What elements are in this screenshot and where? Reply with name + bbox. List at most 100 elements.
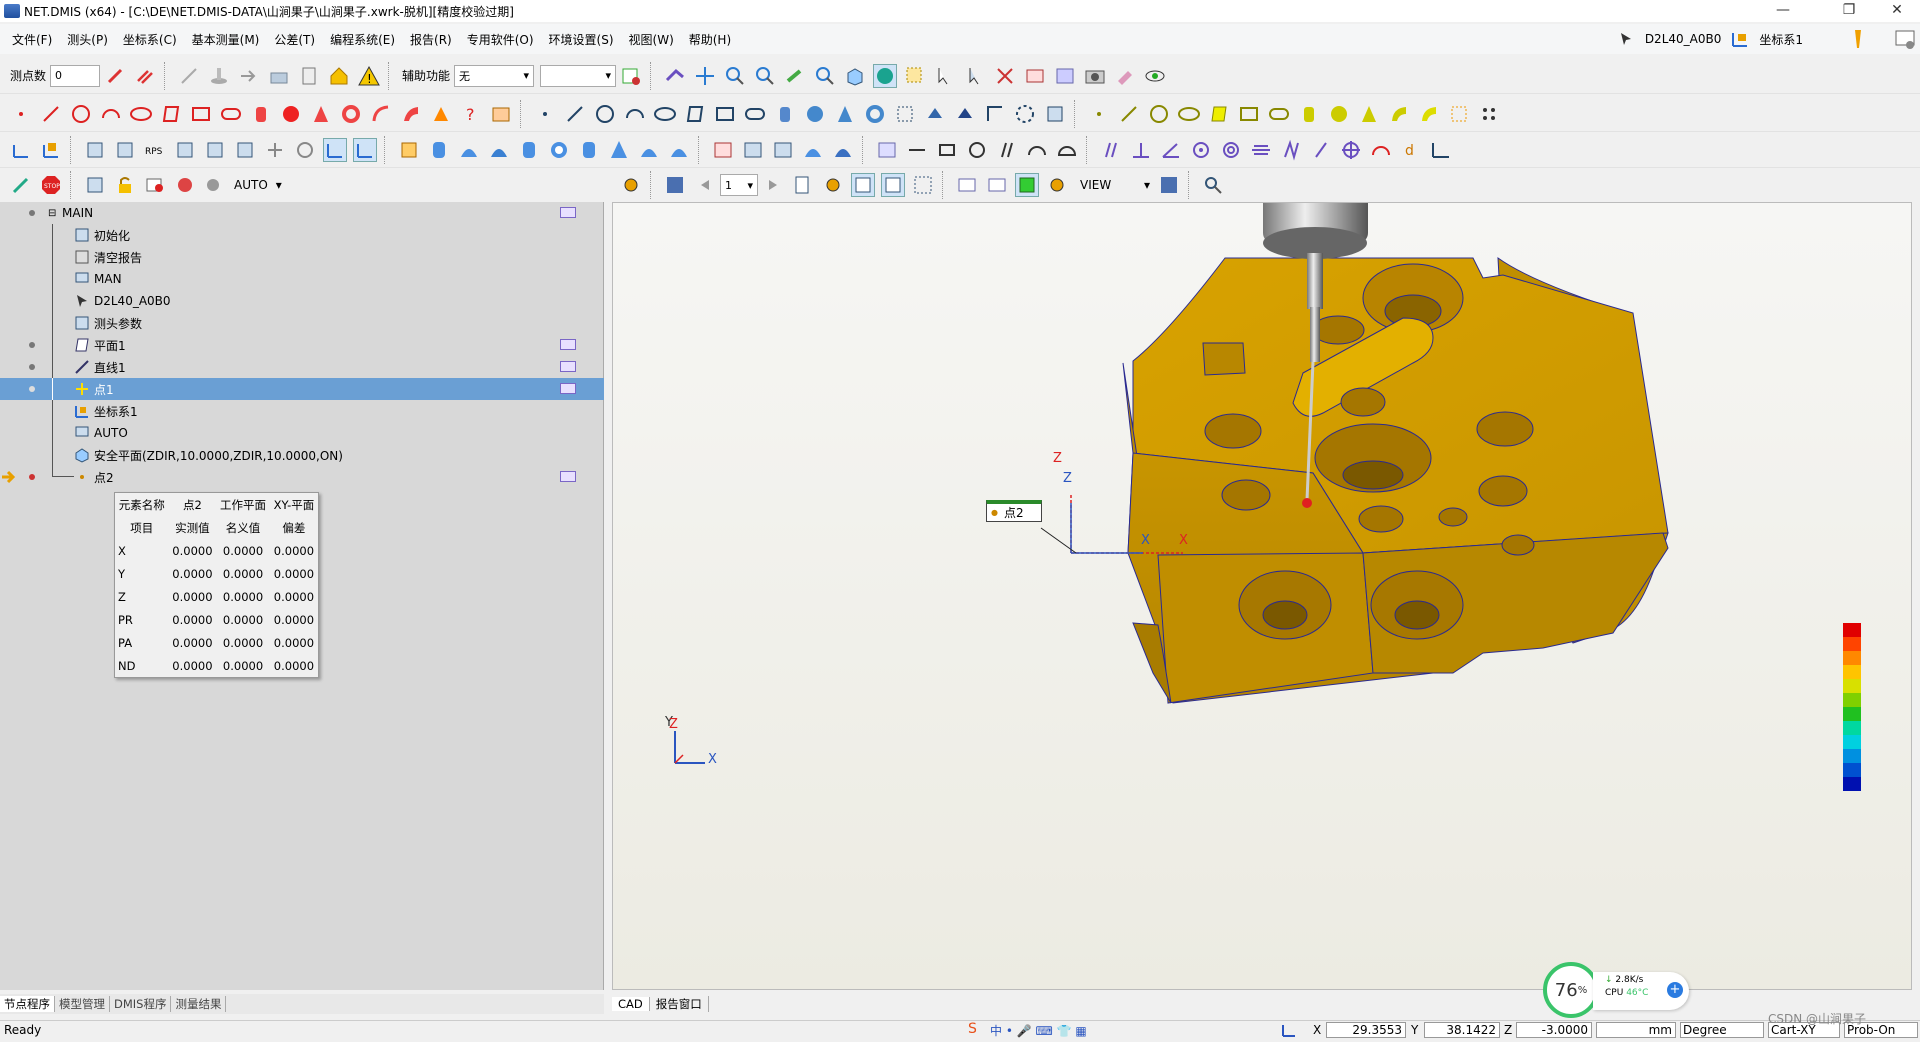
- cad-viewport[interactable]: Z Z X X Y Z X ● 点2: [612, 202, 1912, 990]
- tol-distance-icon[interactable]: [905, 138, 929, 162]
- save-view-icon[interactable]: [663, 173, 687, 197]
- menu-coordinate[interactable]: 坐标系(C): [123, 31, 177, 48]
- next-icon[interactable]: [761, 173, 785, 197]
- settings-icon[interactable]: [821, 173, 845, 197]
- aux-select[interactable]: 无 ▾: [454, 64, 535, 87]
- construct-edge-icon[interactable]: [983, 102, 1007, 126]
- construct-cylinder-icon[interactable]: [773, 102, 797, 126]
- curve-feature-icon[interactable]: [369, 102, 393, 126]
- select-icon[interactable]: [963, 64, 987, 88]
- tol-profile-icon[interactable]: [487, 138, 511, 162]
- preview-icon[interactable]: [1201, 173, 1225, 197]
- menu-measure[interactable]: 基本测量(M): [192, 31, 260, 48]
- tol-angularity-icon[interactable]: [1159, 138, 1183, 162]
- prev-icon[interactable]: [693, 173, 717, 197]
- dmis-edit-icon[interactable]: [985, 173, 1009, 197]
- menu-report[interactable]: 报告(R): [410, 31, 452, 48]
- scan-circle-icon[interactable]: [801, 138, 825, 162]
- gear-icon[interactable]: [619, 173, 643, 197]
- best-fit-icon[interactable]: [173, 138, 197, 162]
- pointer-icon[interactable]: [933, 64, 957, 88]
- circle-feature-icon[interactable]: [69, 102, 93, 126]
- tol-diameter-icon[interactable]: [965, 138, 989, 162]
- menu-settings[interactable]: 环境设置(S): [549, 31, 614, 48]
- report-icon[interactable]: [619, 64, 643, 88]
- tree-item-point1[interactable]: 点1: [0, 378, 604, 400]
- view-table-icon[interactable]: [881, 173, 905, 197]
- tree-item-clearance-plane[interactable]: 安全平面(ZDIR,10.0000,ZDIR,10.0000,ON): [0, 444, 604, 466]
- restore-button[interactable]: ❐: [1826, 0, 1872, 22]
- construct-line-icon[interactable]: [563, 102, 587, 126]
- construct-rect-icon[interactable]: [713, 102, 737, 126]
- datum-icon[interactable]: [263, 138, 287, 162]
- workplane-icon[interactable]: [353, 137, 377, 162]
- tree-item-coord1[interactable]: 坐标系1: [0, 400, 604, 422]
- visibility-icon[interactable]: [1143, 64, 1167, 88]
- tol-d-icon[interactable]: d: [1399, 138, 1423, 162]
- nominal-curve-icon[interactable]: [1387, 102, 1411, 126]
- construct-bbox-icon[interactable]: [893, 102, 917, 126]
- tol-flatness-icon[interactable]: [457, 138, 481, 162]
- tol-position-icon[interactable]: [397, 138, 421, 162]
- tree-item-main[interactable]: ⊟ MAIN: [0, 202, 604, 224]
- ellipse-feature-icon[interactable]: [129, 102, 153, 126]
- cone-feature-icon[interactable]: [309, 102, 333, 126]
- nominal-circle-icon[interactable]: [1147, 102, 1171, 126]
- menu-help[interactable]: 帮助(H): [689, 31, 731, 48]
- arc-feature-icon[interactable]: [99, 102, 123, 126]
- construct-slot-icon[interactable]: [743, 102, 767, 126]
- tol-report-icon[interactable]: [875, 138, 899, 162]
- ime-icon[interactable]: S: [968, 1021, 977, 1037]
- edit-program-icon[interactable]: [9, 173, 33, 197]
- zoom-fit-icon[interactable]: [753, 64, 777, 88]
- tol-runout2-icon[interactable]: [1309, 138, 1333, 162]
- scan-grid-icon[interactable]: [771, 138, 795, 162]
- tree-item-line1[interactable]: 直线1: [0, 356, 604, 378]
- nominal-sphere-icon[interactable]: [1327, 102, 1351, 126]
- paint-icon[interactable]: [1113, 64, 1137, 88]
- goto-icon[interactable]: [237, 64, 261, 88]
- menu-programming[interactable]: 编程系统(E): [330, 31, 395, 48]
- path-feature-icon[interactable]: [489, 102, 513, 126]
- scan-icon[interactable]: [663, 64, 687, 88]
- sphere-feature-icon[interactable]: [279, 102, 303, 126]
- construct-cone-icon[interactable]: [833, 102, 857, 126]
- view-dropdown[interactable]: ▾: [1144, 178, 1150, 192]
- recall-coord-icon[interactable]: [233, 138, 257, 162]
- points-count-input[interactable]: 0: [50, 64, 101, 87]
- warning-icon[interactable]: !: [357, 64, 381, 88]
- close-button[interactable]: ✕: [1874, 0, 1920, 22]
- tab-node-program[interactable]: 节点程序: [0, 996, 55, 1012]
- tol-runout-icon[interactable]: [517, 138, 541, 162]
- probe-icon[interactable]: [1614, 27, 1638, 51]
- tree-item-man[interactable]: MAN: [0, 268, 604, 290]
- slot-feature-icon[interactable]: [219, 102, 243, 126]
- home-icon[interactable]: [327, 64, 351, 88]
- step-icon[interactable]: [203, 173, 227, 197]
- tol-cylinder-icon[interactable]: [427, 138, 451, 162]
- tol-total-runout-icon[interactable]: [1279, 138, 1303, 162]
- tree-item-auto[interactable]: AUTO: [0, 422, 604, 444]
- minimize-button[interactable]: —: [1760, 0, 1806, 22]
- ime-tray-icons[interactable]: 中 • 🎤 ⌨ 👕 ▦: [990, 1022, 1087, 1039]
- coord-system-icon[interactable]: [1728, 27, 1752, 51]
- move-all-icon[interactable]: [693, 64, 717, 88]
- tree-item-point2[interactable]: 点2: [0, 466, 604, 488]
- iterate-icon[interactable]: [293, 138, 317, 162]
- construct-ellipse-icon[interactable]: [653, 102, 677, 126]
- construct-surface-icon[interactable]: [953, 102, 977, 126]
- edit-node-icon[interactable]: [560, 471, 576, 482]
- tol-symmetry-icon[interactable]: [1249, 138, 1273, 162]
- nominal-plane-icon[interactable]: [1207, 102, 1231, 126]
- tol-circular-runout-icon[interactable]: [1189, 138, 1213, 162]
- tab-cad[interactable]: CAD: [612, 997, 650, 1011]
- run-mode-dropdown[interactable]: ▾: [276, 178, 282, 192]
- layer-icon[interactable]: [1053, 64, 1077, 88]
- program-list-icon[interactable]: [83, 173, 107, 197]
- view-list-icon[interactable]: [851, 173, 875, 197]
- surface-feature-icon[interactable]: [399, 102, 423, 126]
- nominal-ellipse-icon[interactable]: [1177, 102, 1201, 126]
- workplane-xy-icon[interactable]: [323, 137, 347, 162]
- unknown-feature-icon[interactable]: ?: [459, 102, 483, 126]
- construct-curve-icon[interactable]: [923, 102, 947, 126]
